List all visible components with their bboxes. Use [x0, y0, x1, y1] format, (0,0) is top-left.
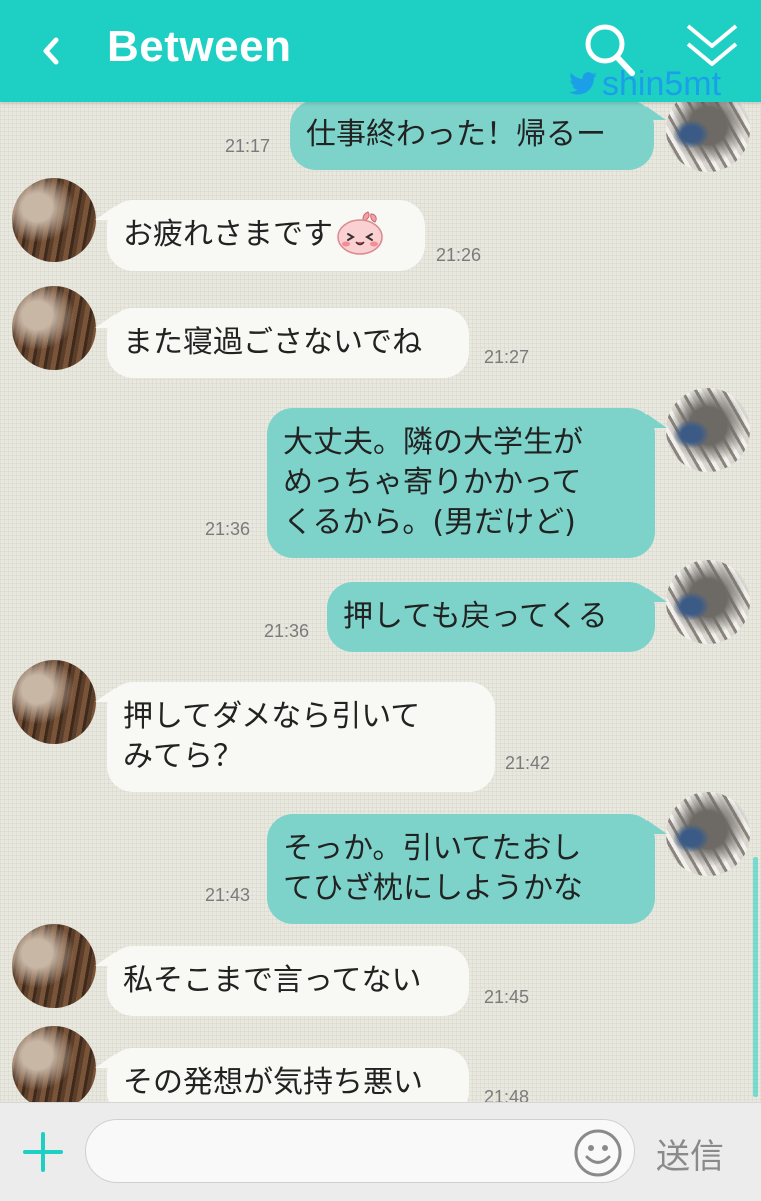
message-text: お疲れさまです — [123, 217, 333, 252]
message-composer: 送信 — [0, 1102, 761, 1201]
twitter-bird-icon — [569, 72, 597, 95]
attach-button[interactable] — [22, 1131, 64, 1173]
partner-avatar[interactable] — [12, 660, 96, 744]
peach-face-emoji — [337, 210, 383, 255]
chevron-left-icon — [43, 37, 59, 65]
emoji-button[interactable] — [573, 1128, 623, 1178]
my-avatar[interactable] — [666, 792, 750, 876]
incoming-message[interactable]: お疲れさまです — [95, 200, 425, 271]
my-avatar[interactable] — [666, 388, 750, 472]
message-time: 21:48 — [484, 1087, 530, 1102]
incoming-message[interactable]: 私そこまで言ってない — [95, 946, 469, 1016]
incoming-message[interactable]: その発想が気持ち悪い — [95, 1048, 469, 1102]
message-line: そっか。引いてたおし — [283, 831, 582, 866]
message-input[interactable] — [85, 1119, 635, 1183]
scroll-indicator[interactable] — [753, 857, 758, 1097]
outgoing-message[interactable]: 仕事終わった！帰るー — [290, 102, 666, 170]
plus-icon — [23, 1132, 63, 1172]
message-time: 21:26 — [436, 245, 482, 265]
partner-avatar[interactable] — [12, 1026, 96, 1102]
partner-avatar[interactable] — [12, 178, 96, 262]
app-header: Between shin5mt — [0, 0, 761, 102]
incoming-message[interactable]: 押してダメなら引いて みてら？ — [95, 682, 495, 792]
message-text: 仕事終わった！帰るー — [306, 117, 606, 152]
message-time: 21:36 — [264, 621, 310, 641]
message-line: 押してダメなら引いて — [123, 699, 421, 734]
outgoing-message[interactable]: 押しても戻ってくる — [327, 582, 667, 652]
watermark: shin5mt — [566, 66, 721, 102]
my-avatar[interactable] — [666, 560, 750, 644]
message-line: てひざ枕にしようかな — [283, 871, 583, 906]
partner-avatar[interactable] — [12, 924, 96, 1008]
message-time: 21:42 — [505, 753, 551, 773]
outgoing-message[interactable]: 大丈夫。隣の大学生が めっちゃ寄りかかって くるから。(男だけど) — [267, 408, 667, 558]
message-time: 21:43 — [205, 885, 251, 905]
incoming-message[interactable]: また寝過ごさないでね — [95, 308, 469, 378]
partner-avatar[interactable] — [12, 286, 96, 370]
message-text: 押しても戻ってくる — [343, 599, 608, 634]
send-button[interactable]: 送信 — [656, 1129, 724, 1178]
message-text: また寝過ごさないでね — [123, 325, 423, 360]
message-line: みてら？ — [123, 739, 243, 774]
message-time: 21:45 — [484, 987, 530, 1007]
message-time: 21:17 — [225, 136, 271, 156]
smiley-icon — [574, 1129, 622, 1177]
message-line: めっちゃ寄りかかって — [283, 465, 582, 500]
message-line: くるから。(男だけど) — [283, 505, 576, 540]
message-time: 21:36 — [205, 519, 251, 539]
message-line: 大丈夫。隣の大学生が — [283, 425, 583, 460]
outgoing-message[interactable]: そっか。引いてたおし てひざ枕にしようかな — [267, 814, 667, 924]
message-time: 21:27 — [484, 347, 530, 367]
message-text: その発想が気持ち悪い — [123, 1065, 423, 1100]
message-text: 私そこまで言ってない — [123, 963, 422, 998]
chat-area[interactable]: 仕事終わった！帰るー 21:17 お疲れさまです 21:26 また寝過ごさないで… — [0, 102, 761, 1102]
watermark-text: shin5mt — [602, 65, 722, 103]
my-avatar[interactable] — [666, 102, 750, 172]
page-title: Between — [107, 22, 292, 71]
back-button[interactable] — [38, 20, 68, 80]
